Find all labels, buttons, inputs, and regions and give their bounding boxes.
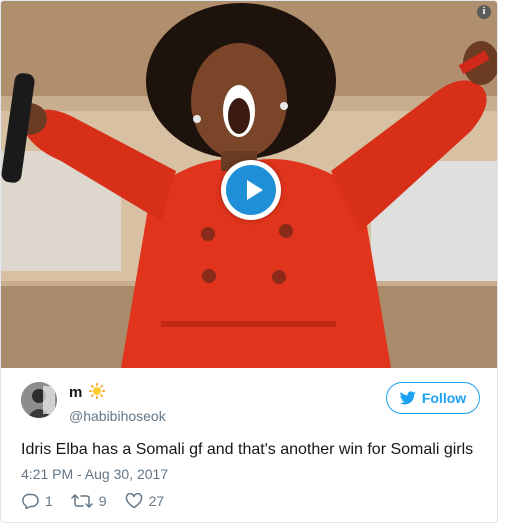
tweet-text: Idris Elba has a Somali gf and that's an…	[21, 441, 474, 458]
display-name[interactable]: m	[69, 382, 106, 401]
like-count: 27	[148, 493, 165, 509]
display-name-text: m	[69, 384, 83, 401]
play-button[interactable]	[221, 160, 281, 220]
like-icon	[125, 493, 142, 509]
tweet-actions: 1 9 27	[21, 493, 164, 509]
avatar[interactable]	[21, 382, 57, 418]
follow-button[interactable]: Follow	[386, 382, 480, 414]
play-button-circle	[226, 165, 276, 215]
embedded-tweet-card: i m @habibihoseok Follow Idris Elba has …	[0, 0, 498, 523]
sun-emoji	[88, 383, 105, 399]
video-thumbnail[interactable]: i	[1, 1, 497, 368]
play-icon	[247, 180, 263, 200]
reply-count: 1	[45, 493, 53, 509]
follow-label: Follow	[421, 390, 467, 406]
reply-icon	[22, 493, 39, 509]
retweet-action[interactable]: 9	[71, 493, 107, 509]
like-action[interactable]: 27	[125, 493, 165, 509]
reply-action[interactable]: 1	[21, 493, 53, 509]
retweet-count: 9	[98, 493, 107, 509]
info-icon[interactable]: i	[477, 5, 491, 19]
username-handle[interactable]: @habibihoseok	[69, 408, 166, 424]
twitter-bird-icon	[399, 391, 416, 405]
tweet-timestamp[interactable]: 4:21 PM - Aug 30, 2017	[21, 466, 168, 482]
retweet-icon	[71, 494, 93, 508]
